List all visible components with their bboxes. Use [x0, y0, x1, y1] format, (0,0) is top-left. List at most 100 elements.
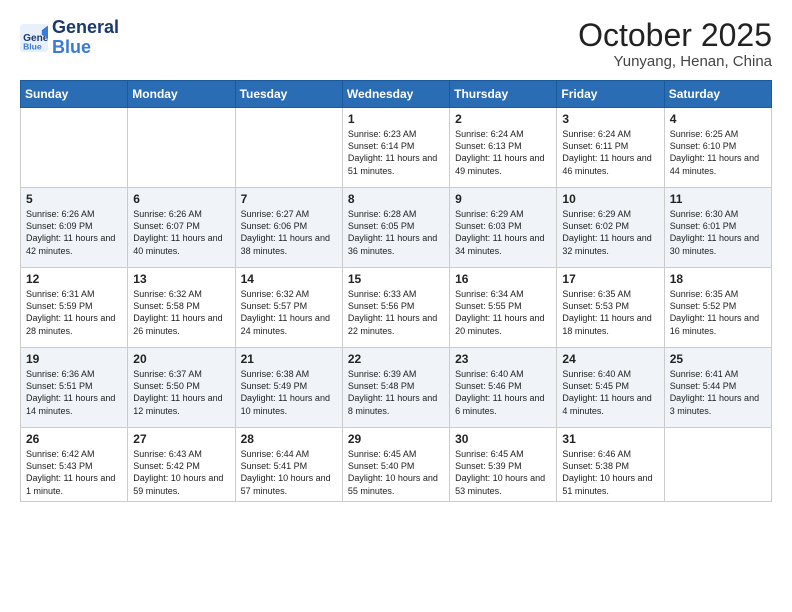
calendar-cell: 16 Sunrise: 6:34 AMSunset: 5:55 PMDayligh…	[450, 268, 557, 348]
calendar-week-row: 5 Sunrise: 6:26 AMSunset: 6:09 PMDaylight…	[21, 188, 772, 268]
cell-info: Sunrise: 6:29 AMSunset: 6:02 PMDaylight:…	[562, 208, 658, 257]
weekday-header-wednesday: Wednesday	[342, 81, 449, 108]
calendar-cell: 17 Sunrise: 6:35 AMSunset: 5:53 PMDayligh…	[557, 268, 664, 348]
calendar-week-row: 1Sunrise: 6:23 AMSunset: 6:14 PMDaylight…	[21, 108, 772, 188]
day-number: 18	[670, 272, 766, 286]
cell-info: Sunrise: 6:35 AMSunset: 5:52 PMDaylight:…	[670, 288, 766, 337]
day-number: 25	[670, 352, 766, 366]
day-number: 20	[133, 352, 229, 366]
calendar-cell: 5 Sunrise: 6:26 AMSunset: 6:09 PMDaylight…	[21, 188, 128, 268]
calendar-cell: 14Sunrise: 6:32 AMSunset: 5:57 PMDayligh…	[235, 268, 342, 348]
calendar-cell: 29 Sunrise: 6:45 AMSunset: 5:40 PMDayligh…	[342, 428, 449, 502]
day-number: 26	[26, 432, 122, 446]
weekday-header-saturday: Saturday	[664, 81, 771, 108]
calendar-cell: 24 Sunrise: 6:40 AMSunset: 5:45 PMDayligh…	[557, 348, 664, 428]
weekday-header-friday: Friday	[557, 81, 664, 108]
day-number: 23	[455, 352, 551, 366]
svg-text:Blue: Blue	[23, 41, 42, 51]
cell-info: Sunrise: 6:26 AMSunset: 6:09 PMDaylight:…	[26, 208, 122, 257]
calendar-cell: 18 Sunrise: 6:35 AMSunset: 5:52 PMDayligh…	[664, 268, 771, 348]
calendar-week-row: 26Sunrise: 6:42 AMSunset: 5:43 PMDayligh…	[21, 428, 772, 502]
calendar-cell: 9 Sunrise: 6:29 AMSunset: 6:03 PMDaylight…	[450, 188, 557, 268]
cell-info: Sunrise: 6:26 AMSunset: 6:07 PMDaylight:…	[133, 208, 229, 257]
cell-info: Sunrise: 6:39 AMSunset: 5:48 PMDaylight:…	[348, 368, 444, 417]
cell-info: Sunrise: 6:34 AMSunset: 5:55 PMDaylight:…	[455, 288, 551, 337]
day-number: 27	[133, 432, 229, 446]
cell-info: Sunrise: 6:45 AMSunset: 5:40 PMDaylight:…	[348, 448, 444, 497]
cell-info: Sunrise: 6:28 AMSunset: 6:05 PMDaylight:…	[348, 208, 444, 257]
calendar-cell: 7 Sunrise: 6:27 AMSunset: 6:06 PMDaylight…	[235, 188, 342, 268]
calendar-cell: 31 Sunrise: 6:46 AMSunset: 5:38 PMDayligh…	[557, 428, 664, 502]
day-number: 29	[348, 432, 444, 446]
day-number: 5	[26, 192, 122, 206]
location: Yunyang, Henan, China	[578, 53, 772, 70]
day-number: 7	[241, 192, 337, 206]
day-number: 12	[26, 272, 122, 286]
cell-info: Sunrise: 6:31 AMSunset: 5:59 PMDaylight:…	[26, 288, 122, 337]
calendar-cell	[128, 108, 235, 188]
day-number: 24	[562, 352, 658, 366]
weekday-header-sunday: Sunday	[21, 81, 128, 108]
day-number: 11	[670, 192, 766, 206]
calendar-week-row: 19Sunrise: 6:36 AMSunset: 5:51 PMDayligh…	[21, 348, 772, 428]
day-number: 21	[241, 352, 337, 366]
day-number: 19	[26, 352, 122, 366]
cell-info: Sunrise: 6:30 AMSunset: 6:01 PMDaylight:…	[670, 208, 766, 257]
calendar-cell: 15Sunrise: 6:33 AMSunset: 5:56 PMDayligh…	[342, 268, 449, 348]
cell-info: Sunrise: 6:40 AMSunset: 5:45 PMDaylight:…	[562, 368, 658, 417]
weekday-header-thursday: Thursday	[450, 81, 557, 108]
calendar-cell: 23 Sunrise: 6:40 AMSunset: 5:46 PMDayligh…	[450, 348, 557, 428]
day-number: 9	[455, 192, 551, 206]
calendar-cell: 4 Sunrise: 6:25 AMSunset: 6:10 PMDaylight…	[664, 108, 771, 188]
calendar-cell: 2 Sunrise: 6:24 AMSunset: 6:13 PMDaylight…	[450, 108, 557, 188]
cell-info: Sunrise: 6:43 AMSunset: 5:42 PMDaylight:…	[133, 448, 229, 497]
header: General Blue GeneralBlue October 2025 Yu…	[20, 18, 772, 70]
cell-info: Sunrise: 6:23 AMSunset: 6:14 PMDaylight:…	[348, 128, 444, 177]
cell-info: Sunrise: 6:38 AMSunset: 5:49 PMDaylight:…	[241, 368, 337, 417]
cell-info: Sunrise: 6:41 AMSunset: 5:44 PMDaylight:…	[670, 368, 766, 417]
cell-info: Sunrise: 6:45 AMSunset: 5:39 PMDaylight:…	[455, 448, 551, 497]
calendar-cell: 20 Sunrise: 6:37 AMSunset: 5:50 PMDayligh…	[128, 348, 235, 428]
day-number: 8	[348, 192, 444, 206]
calendar-cell: 22Sunrise: 6:39 AMSunset: 5:48 PMDayligh…	[342, 348, 449, 428]
cell-info: Sunrise: 6:32 AMSunset: 5:58 PMDaylight:…	[133, 288, 229, 337]
cell-info: Sunrise: 6:32 AMSunset: 5:57 PMDaylight:…	[241, 288, 337, 337]
day-number: 17	[562, 272, 658, 286]
day-number: 6	[133, 192, 229, 206]
day-number: 31	[562, 432, 658, 446]
cell-info: Sunrise: 6:29 AMSunset: 6:03 PMDaylight:…	[455, 208, 551, 257]
calendar-cell: 8 Sunrise: 6:28 AMSunset: 6:05 PMDaylight…	[342, 188, 449, 268]
cell-info: Sunrise: 6:35 AMSunset: 5:53 PMDaylight:…	[562, 288, 658, 337]
logo-icon: General Blue	[20, 24, 48, 52]
cell-info: Sunrise: 6:27 AMSunset: 6:06 PMDaylight:…	[241, 208, 337, 257]
cell-info: Sunrise: 6:25 AMSunset: 6:10 PMDaylight:…	[670, 128, 766, 177]
calendar-cell: 28Sunrise: 6:44 AMSunset: 5:41 PMDayligh…	[235, 428, 342, 502]
cell-info: Sunrise: 6:46 AMSunset: 5:38 PMDaylight:…	[562, 448, 658, 497]
calendar-cell: 6 Sunrise: 6:26 AMSunset: 6:07 PMDaylight…	[128, 188, 235, 268]
calendar-cell: 21 Sunrise: 6:38 AMSunset: 5:49 PMDayligh…	[235, 348, 342, 428]
calendar-cell: 30 Sunrise: 6:45 AMSunset: 5:39 PMDayligh…	[450, 428, 557, 502]
calendar-cell: 27 Sunrise: 6:43 AMSunset: 5:42 PMDayligh…	[128, 428, 235, 502]
calendar-cell	[664, 428, 771, 502]
logo: General Blue GeneralBlue	[20, 18, 119, 58]
day-number: 4	[670, 112, 766, 126]
calendar-cell	[21, 108, 128, 188]
calendar-cell: 19Sunrise: 6:36 AMSunset: 5:51 PMDayligh…	[21, 348, 128, 428]
cell-info: Sunrise: 6:37 AMSunset: 5:50 PMDaylight:…	[133, 368, 229, 417]
calendar-week-row: 12 Sunrise: 6:31 AMSunset: 5:59 PMDayligh…	[21, 268, 772, 348]
calendar-cell: 13Sunrise: 6:32 AMSunset: 5:58 PMDayligh…	[128, 268, 235, 348]
title-block: October 2025 Yunyang, Henan, China	[578, 18, 772, 70]
day-number: 2	[455, 112, 551, 126]
month-title: October 2025	[578, 18, 772, 53]
weekday-header-monday: Monday	[128, 81, 235, 108]
day-number: 16	[455, 272, 551, 286]
cell-info: Sunrise: 6:24 AMSunset: 6:13 PMDaylight:…	[455, 128, 551, 177]
calendar: SundayMondayTuesdayWednesdayThursdayFrid…	[20, 80, 772, 502]
cell-info: Sunrise: 6:40 AMSunset: 5:46 PMDaylight:…	[455, 368, 551, 417]
page: General Blue GeneralBlue October 2025 Yu…	[0, 0, 792, 612]
calendar-cell: 26Sunrise: 6:42 AMSunset: 5:43 PMDayligh…	[21, 428, 128, 502]
day-number: 30	[455, 432, 551, 446]
calendar-cell: 3Sunrise: 6:24 AMSunset: 6:11 PMDaylight…	[557, 108, 664, 188]
cell-info: Sunrise: 6:33 AMSunset: 5:56 PMDaylight:…	[348, 288, 444, 337]
day-number: 10	[562, 192, 658, 206]
